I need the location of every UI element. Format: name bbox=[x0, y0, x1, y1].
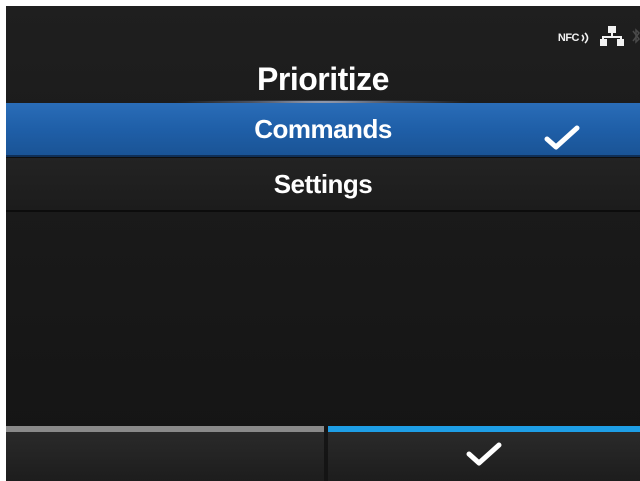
network-icon bbox=[600, 25, 624, 51]
device-frame: NFC Prioritize Commands Settings bbox=[0, 0, 640, 481]
bluetooth-icon bbox=[632, 26, 640, 51]
soft-key-bar bbox=[6, 426, 640, 481]
nfc-icon: NFC bbox=[558, 31, 592, 45]
header: Prioritize bbox=[6, 56, 640, 104]
page-title: Prioritize bbox=[257, 61, 389, 97]
option-commands[interactable]: Commands bbox=[6, 103, 640, 157]
status-icons: NFC bbox=[558, 24, 640, 52]
lcd-screen: NFC Prioritize Commands Settings bbox=[6, 6, 640, 481]
option-label: Commands bbox=[254, 114, 392, 144]
soft-key-left[interactable] bbox=[6, 426, 324, 481]
nfc-label: NFC bbox=[557, 32, 580, 44]
option-label: Settings bbox=[273, 169, 373, 199]
soft-key-confirm[interactable] bbox=[328, 426, 640, 481]
option-list: Commands Settings bbox=[6, 103, 640, 212]
checkmark-icon bbox=[465, 441, 503, 472]
option-settings[interactable]: Settings bbox=[6, 157, 640, 212]
